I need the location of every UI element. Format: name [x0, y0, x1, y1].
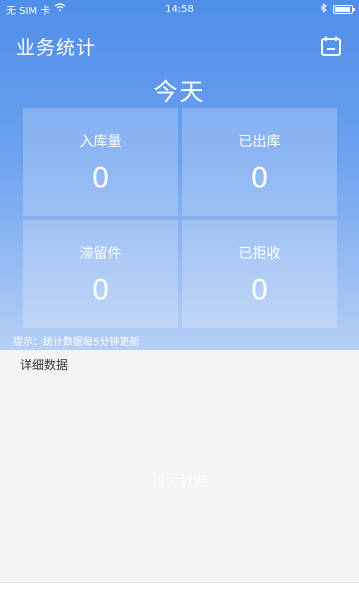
stat-value: 0	[250, 272, 269, 306]
stat-value: 0	[91, 272, 110, 306]
stat-label: 滞留件	[79, 245, 122, 262]
status-bar: 无 SIM 卡 14:58	[0, 0, 359, 18]
stat-card-stranded[interactable]: 滞留件 0	[23, 220, 178, 328]
app-header: 业务统计	[0, 30, 359, 62]
update-hint: 提示：统计数据每5分钟更新	[13, 337, 140, 348]
stat-label: 已出库	[238, 133, 281, 150]
wifi-icon	[54, 3, 66, 15]
stat-value: 0	[250, 160, 269, 194]
page-title: 业务统计	[16, 36, 97, 59]
stat-card-shipped[interactable]: 已出库 0	[182, 108, 337, 216]
bluetooth-icon	[320, 2, 327, 16]
stat-label: 已拒收	[238, 245, 281, 262]
battery-icon	[333, 4, 355, 14]
stat-value: 0	[91, 160, 110, 194]
carrier-label: 无 SIM 卡	[6, 5, 51, 17]
period-title: 今天	[153, 78, 206, 106]
stat-card-inbound[interactable]: 入库量 0	[23, 108, 178, 216]
detail-section: 详细数据	[0, 350, 359, 582]
stats-grid: 入库量 0 已出库 0 滞留件 0 已拒收 0	[23, 108, 337, 328]
stat-label: 入库量	[79, 133, 122, 150]
stat-card-rejected[interactable]: 已拒收 0	[182, 220, 337, 328]
calendar-button[interactable]	[319, 34, 343, 58]
calendar-icon	[321, 36, 341, 56]
detail-heading: 详细数据	[20, 358, 69, 372]
empty-state-text: 暂无数据	[151, 473, 208, 489]
bottom-nav-edge	[0, 582, 359, 592]
